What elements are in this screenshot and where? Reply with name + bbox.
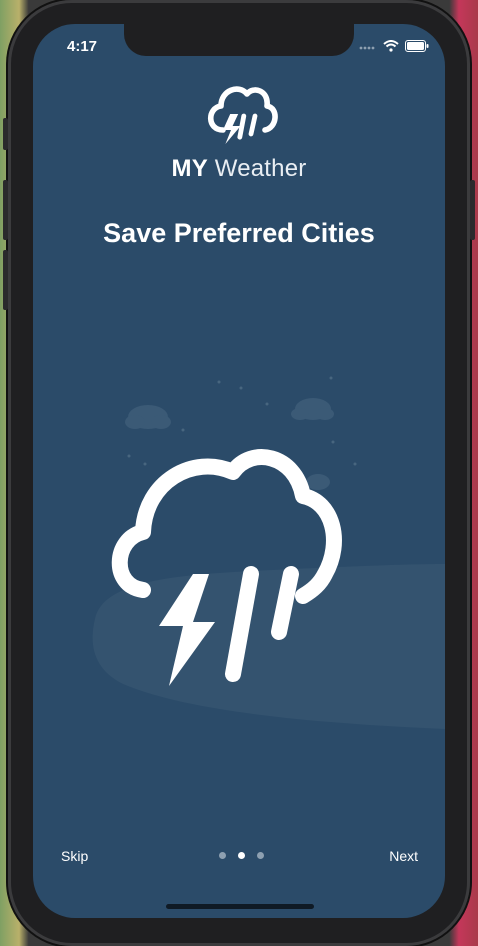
device-power-button: [470, 180, 475, 240]
brand-light-text: Weather: [214, 155, 307, 182]
page-indicator[interactable]: [219, 852, 264, 859]
phone-screen: 4:17 MY Weather Save Preferred Cities Sk…: [33, 24, 445, 918]
skip-button[interactable]: Skip: [61, 848, 88, 864]
page-indicator-dot[interactable]: [257, 852, 264, 859]
home-indicator[interactable]: [166, 904, 314, 909]
status-icons: [359, 40, 429, 52]
status-time: 4:17: [67, 38, 98, 55]
device-volume-down-button: [3, 250, 8, 310]
app-logo: MY Weather: [33, 70, 445, 183]
page-indicator-dot-active[interactable]: [238, 852, 245, 859]
page-indicator-dot[interactable]: [219, 852, 226, 859]
battery-icon: [405, 40, 429, 52]
notch: [124, 24, 354, 56]
signal-icon: [359, 46, 375, 50]
brand-name: MY Weather: [33, 155, 445, 183]
next-button[interactable]: Next: [389, 848, 418, 864]
weather-illustration: [92, 376, 445, 729]
brand-bold-text: MY: [171, 155, 208, 182]
device-volume-up-button: [3, 180, 8, 240]
page-title: Save Preferred Cities: [103, 218, 375, 248]
device-side-button: [3, 118, 8, 150]
storm-cloud-icon: [207, 86, 278, 144]
wifi-icon: [383, 40, 399, 52]
